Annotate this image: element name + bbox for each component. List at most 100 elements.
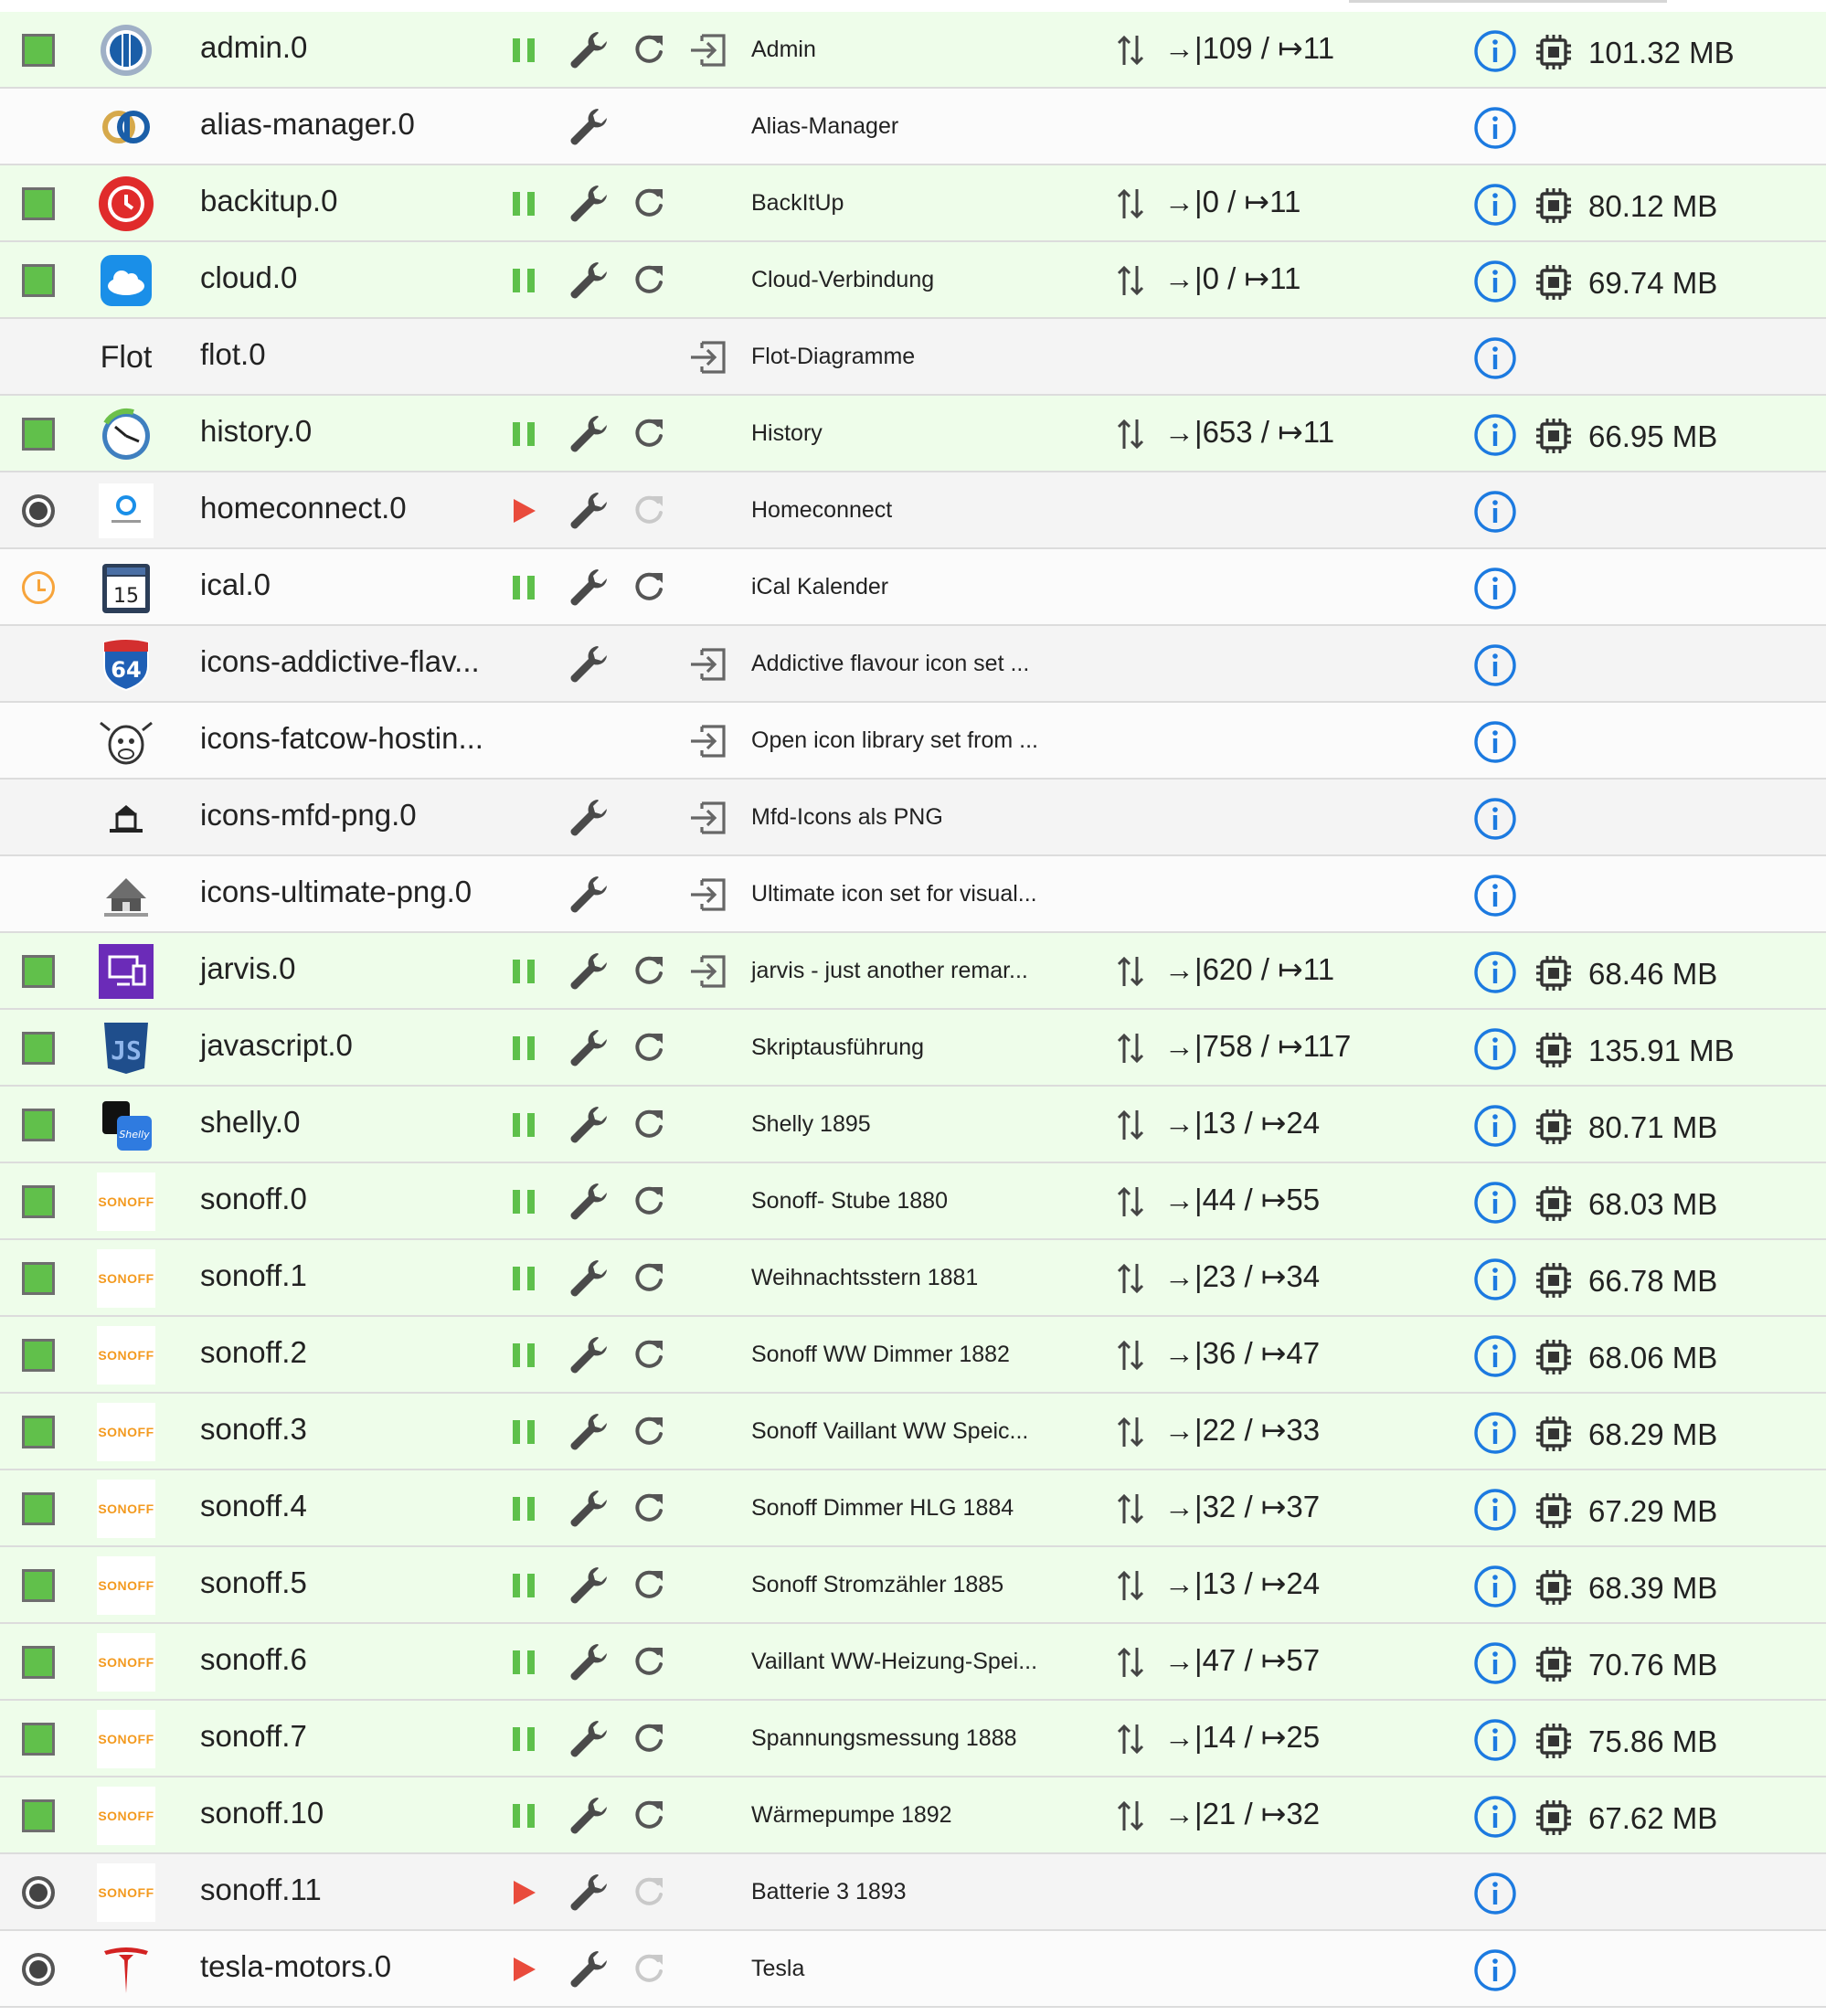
restart-button[interactable] — [629, 184, 669, 228]
settings-button[interactable] — [567, 1717, 610, 1766]
settings-button[interactable] — [567, 105, 610, 154]
open-web-button[interactable] — [689, 875, 729, 919]
pause-button[interactable] — [505, 1258, 546, 1303]
pause-button[interactable] — [505, 184, 546, 228]
settings-button[interactable] — [567, 566, 610, 614]
open-web-button[interactable] — [689, 644, 729, 689]
pause-button[interactable] — [505, 1412, 546, 1457]
info-button[interactable] — [1472, 566, 1518, 616]
open-web-button[interactable] — [689, 721, 729, 766]
restart-button[interactable] — [629, 414, 669, 459]
info-button[interactable] — [1472, 1180, 1518, 1230]
info-button[interactable] — [1472, 719, 1518, 769]
settings-button[interactable] — [567, 182, 610, 230]
info-button[interactable] — [1472, 259, 1518, 309]
info-button[interactable] — [1472, 1947, 1518, 1998]
settings-button[interactable] — [567, 489, 610, 537]
restart-button[interactable] — [629, 491, 669, 536]
info-button[interactable] — [1472, 1333, 1518, 1384]
pause-button[interactable] — [505, 1489, 546, 1533]
play-button[interactable] — [505, 1949, 546, 1994]
settings-button[interactable] — [567, 1333, 610, 1382]
pause-button[interactable] — [505, 30, 546, 75]
pause-button[interactable] — [505, 414, 546, 459]
settings-button[interactable] — [567, 1103, 610, 1151]
settings-button[interactable] — [567, 412, 610, 461]
restart-button[interactable] — [629, 1873, 669, 1917]
info-button[interactable] — [1472, 412, 1518, 462]
pause-button[interactable] — [505, 260, 546, 305]
restart-button[interactable] — [629, 1565, 669, 1610]
info-button[interactable] — [1472, 1103, 1518, 1153]
restart-button[interactable] — [629, 1719, 669, 1764]
restart-button[interactable] — [629, 1796, 669, 1841]
settings-button[interactable] — [567, 259, 610, 307]
restart-button[interactable] — [629, 260, 669, 305]
settings-button[interactable] — [567, 28, 610, 77]
info-button[interactable] — [1472, 1717, 1518, 1767]
settings-button[interactable] — [567, 1871, 610, 1919]
info-button[interactable] — [1472, 1410, 1518, 1460]
settings-button[interactable] — [567, 1026, 610, 1075]
open-web-button[interactable] — [689, 30, 729, 75]
pause-button[interactable] — [505, 1105, 546, 1150]
settings-button[interactable] — [567, 642, 610, 691]
info-button[interactable] — [1472, 796, 1518, 846]
settings-button[interactable] — [567, 873, 610, 921]
info-button[interactable] — [1472, 28, 1518, 79]
restart-button[interactable] — [629, 1949, 669, 1994]
restart-button[interactable] — [629, 1335, 669, 1380]
up-down-arrows-icon — [1117, 1033, 1144, 1064]
info-button[interactable] — [1472, 950, 1518, 1000]
instance-title: Skriptausführung — [751, 1035, 925, 1060]
info-button[interactable] — [1472, 182, 1518, 232]
info-button[interactable] — [1472, 1564, 1518, 1614]
restart-button[interactable] — [629, 1182, 669, 1226]
settings-button[interactable] — [567, 1410, 610, 1459]
settings-button[interactable] — [567, 1640, 610, 1689]
settings-button[interactable] — [567, 950, 610, 998]
restart-button[interactable] — [629, 1489, 669, 1533]
restart-button[interactable] — [629, 30, 669, 75]
info-button[interactable] — [1472, 642, 1518, 693]
pause-button[interactable] — [505, 951, 546, 996]
pause-button[interactable] — [505, 1642, 546, 1687]
info-button[interactable] — [1472, 489, 1518, 539]
pause-button[interactable] — [505, 1335, 546, 1380]
info-button[interactable] — [1472, 1794, 1518, 1844]
open-web-button[interactable] — [689, 798, 729, 843]
restart-button[interactable] — [629, 1642, 669, 1687]
restart-button[interactable] — [629, 1258, 669, 1303]
pause-button[interactable] — [505, 1719, 546, 1764]
info-button[interactable] — [1472, 1871, 1518, 1921]
info-button[interactable] — [1472, 1487, 1518, 1537]
settings-button[interactable] — [567, 1257, 610, 1305]
settings-button[interactable] — [567, 1794, 610, 1842]
restart-button[interactable] — [629, 568, 669, 612]
pause-button[interactable] — [505, 1565, 546, 1610]
play-button[interactable] — [505, 491, 546, 536]
info-button[interactable] — [1472, 105, 1518, 155]
pause-button[interactable] — [505, 1182, 546, 1226]
restart-button[interactable] — [629, 1028, 669, 1073]
settings-button[interactable] — [567, 1487, 610, 1535]
play-button[interactable] — [505, 1873, 546, 1917]
logo-text: SONOFF — [98, 1732, 154, 1746]
info-button[interactable] — [1472, 335, 1518, 386]
restart-button[interactable] — [629, 1412, 669, 1457]
restart-button[interactable] — [629, 1105, 669, 1150]
info-button[interactable] — [1472, 1026, 1518, 1077]
pause-button[interactable] — [505, 1796, 546, 1841]
settings-button[interactable] — [567, 796, 610, 844]
pause-button[interactable] — [505, 1028, 546, 1073]
settings-button[interactable] — [567, 1947, 610, 1996]
info-button[interactable] — [1472, 1640, 1518, 1691]
settings-button[interactable] — [567, 1564, 610, 1612]
info-button[interactable] — [1472, 873, 1518, 923]
info-button[interactable] — [1472, 1257, 1518, 1307]
open-web-button[interactable] — [689, 337, 729, 382]
pause-button[interactable] — [505, 568, 546, 612]
restart-button[interactable] — [629, 951, 669, 996]
open-web-button[interactable] — [689, 951, 729, 996]
settings-button[interactable] — [567, 1180, 610, 1228]
